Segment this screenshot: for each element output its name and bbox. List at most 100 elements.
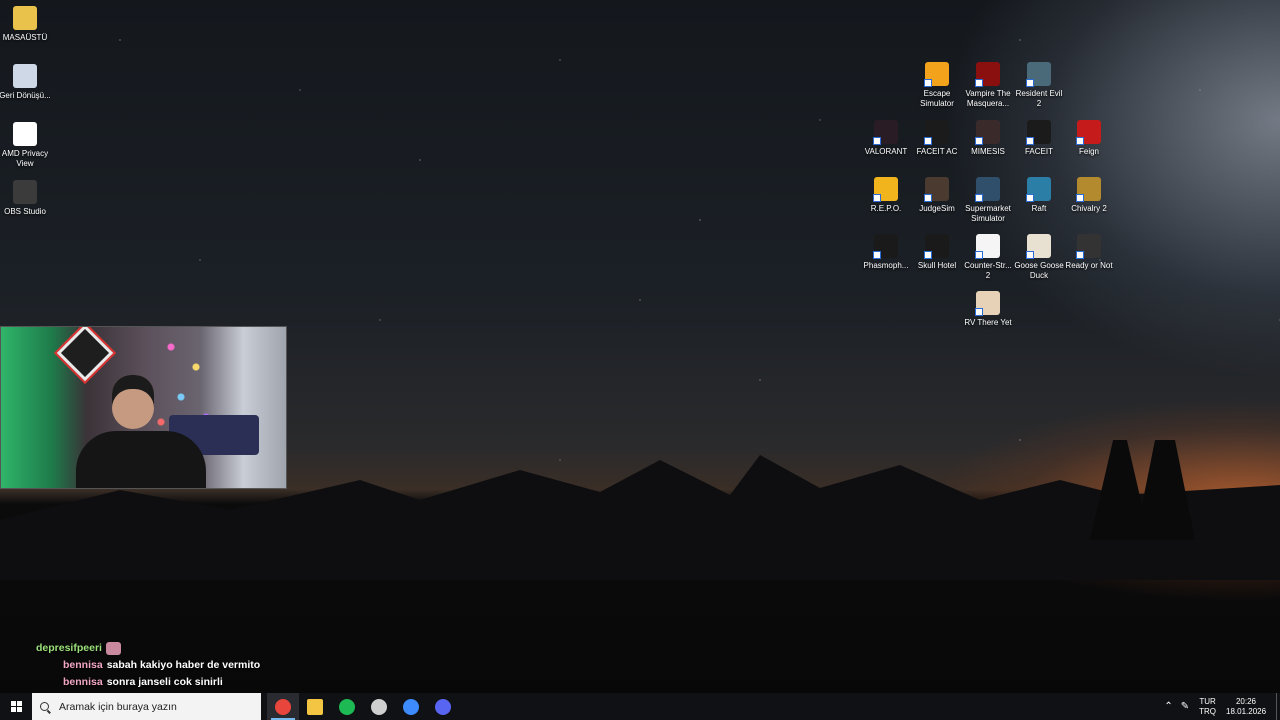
- desktop-icon-label: Chivalry 2: [1071, 204, 1107, 213]
- obs-icon: [371, 698, 387, 715]
- file-explorer-icon: [307, 698, 323, 715]
- show-desktop-button[interactable]: [1276, 693, 1280, 720]
- desktop-icon-label: Feign: [1078, 147, 1099, 156]
- discord-icon: [435, 698, 451, 715]
- desktop-icon-re2[interactable]: Resident Evil 2: [1013, 62, 1065, 109]
- folder-icon: [13, 6, 37, 30]
- desktop-icon-label: Vampire The Masquera...: [965, 89, 1011, 108]
- desktop-icon-feign[interactable]: Feign: [1063, 120, 1115, 157]
- webcam-overlay: [0, 326, 287, 489]
- desktop-icon-label: JudgeSim: [919, 204, 955, 213]
- chivalry-icon: [1076, 177, 1101, 202]
- re2-icon: [1026, 62, 1051, 87]
- desktop-icon-label: Phasmoph...: [863, 261, 909, 270]
- desktop-icon-faceit[interactable]: FACEIT: [1013, 120, 1065, 157]
- desktop-icon-folder[interactable]: MASAÜSTÜ: [0, 6, 51, 43]
- taskbar-discord-button[interactable]: [427, 693, 459, 720]
- clock[interactable]: 20:26 18.01.2026: [1226, 697, 1266, 717]
- taskbar-spotify-button[interactable]: [331, 693, 363, 720]
- chat-username: bennisa: [63, 676, 103, 688]
- desktop-icon-label: VALORANT: [864, 147, 908, 156]
- desktop-icon-obs[interactable]: OBS Studio: [0, 180, 51, 217]
- desktop-icon-label: Ready or Not: [1065, 261, 1113, 270]
- emote-icon: [105, 641, 121, 655]
- desktop-icon-keyhole[interactable]: Escape Simulator: [911, 62, 963, 109]
- desktop-icon-label: AMD Privacy View: [1, 149, 49, 168]
- faceit-ac-icon: [924, 120, 949, 145]
- desktop-icon-cs2[interactable]: Counter-Str... 2: [962, 234, 1014, 281]
- desktop-icon-raft[interactable]: Raft: [1013, 177, 1065, 214]
- search-placeholder: Aramak için buraya yazın: [59, 700, 177, 713]
- desktop-icon-eye[interactable]: AMD Privacy View: [0, 122, 51, 169]
- skull-icon: [924, 234, 949, 259]
- taskbar: Aramak için buraya yazın ⌃ ✎ TUR TRQ 20:…: [0, 693, 1280, 720]
- taskbar-obs-button[interactable]: [363, 693, 395, 720]
- desktop-icon-label: FACEIT AC: [916, 147, 958, 156]
- obs-icon: [13, 180, 37, 204]
- desktop-icon-faceit-ac[interactable]: FACEIT AC: [911, 120, 963, 157]
- taskbar-file-explorer-button[interactable]: [299, 693, 331, 720]
- search-icon: [40, 702, 49, 711]
- desktop-icon-chivalry[interactable]: Chivalry 2: [1063, 177, 1115, 214]
- supermarket-icon: [975, 177, 1000, 202]
- eye-icon: [13, 122, 37, 146]
- chat-message: bennisa sabah kakiyo haber de vermito: [36, 657, 260, 674]
- desktop-icon-label: Supermarket Simulator: [965, 204, 1011, 223]
- desktop-icon-recycle-bin[interactable]: Geri Dönüşü...: [0, 64, 51, 101]
- judgesim-icon: [924, 177, 949, 202]
- desktop-icon-label: MASAÜSTÜ: [2, 33, 48, 42]
- chat-overlay: depresifpeeri bennisa sabah kakiyo haber …: [36, 640, 260, 691]
- desktop-icon-phasmophobia[interactable]: Phasmoph...: [860, 234, 912, 271]
- desktop-icon-goose[interactable]: Goose Goose Duck: [1013, 234, 1065, 281]
- chrome-icon: [275, 698, 291, 715]
- desktop-icon-judgesim[interactable]: JudgeSim: [911, 177, 963, 214]
- search-box[interactable]: Aramak için buraya yazın: [32, 693, 261, 720]
- desktop-icon-label: R.E.P.O.: [870, 204, 902, 213]
- cs2-icon: [975, 234, 1000, 259]
- desktop-icon-label: RV There Yet: [964, 318, 1012, 327]
- desktop-icon-bloodhunt[interactable]: Vampire The Masquera...: [962, 62, 1014, 109]
- taskbar-app-button[interactable]: [395, 693, 427, 720]
- desktop-icon-label: Counter-Str... 2: [964, 261, 1012, 280]
- desktop-icon-skull[interactable]: Skull Hotel: [911, 234, 963, 271]
- desktop-icon-readyornot[interactable]: Ready or Not: [1063, 234, 1115, 271]
- bloodhunt-icon: [975, 62, 1000, 87]
- desktop-icon-label: OBS Studio: [4, 207, 46, 216]
- faceit-icon: [1026, 120, 1051, 145]
- desktop-icon-label: MIMESIS: [971, 147, 1005, 156]
- desktop-icon-label: Resident Evil 2: [1015, 89, 1063, 108]
- desktop-icon-rv[interactable]: RV There Yet: [962, 291, 1014, 328]
- chat-username: depresifpeeri: [36, 642, 102, 654]
- goose-icon: [1026, 234, 1051, 259]
- system-tray: ⌃ ✎ TUR TRQ 20:26 18.01.2026: [1164, 693, 1280, 720]
- desktop-icon-mimesis[interactable]: MIMESIS: [962, 120, 1014, 157]
- spotify-icon: [339, 698, 355, 715]
- taskbar-chrome-button[interactable]: [267, 693, 299, 720]
- language-indicator[interactable]: TUR TRQ: [1199, 697, 1216, 717]
- pen-icon[interactable]: ✎: [1181, 701, 1189, 712]
- desktop-icon-supermarket[interactable]: Supermarket Simulator: [962, 177, 1014, 224]
- desktop-icon-label: Escape Simulator: [920, 89, 954, 108]
- streamer: [76, 375, 206, 488]
- desktop-icon-label: Raft: [1031, 204, 1047, 213]
- desktop-icon-label: Skull Hotel: [917, 261, 957, 270]
- desktop-icon-repo[interactable]: R.E.P.O.: [860, 177, 912, 214]
- mimesis-icon: [975, 120, 1000, 145]
- windows-icon: [10, 701, 22, 712]
- feign-icon: [1076, 120, 1101, 145]
- desktop-icon-label: Goose Goose Duck: [1014, 261, 1064, 280]
- recycle-bin-icon: [13, 64, 37, 88]
- desktop-icon-valorant[interactable]: VALORANT: [860, 120, 912, 157]
- show-hidden-icons-button[interactable]: ⌃: [1164, 701, 1172, 712]
- chat-message: bennisa sonra janseli cok sinirli: [36, 674, 260, 691]
- chat-text: sonra janseli cok sinirli: [106, 676, 223, 688]
- start-button[interactable]: [0, 693, 32, 720]
- raft-icon: [1026, 177, 1051, 202]
- date: 18.01.2026: [1226, 706, 1267, 716]
- chat-message: depresifpeeri: [36, 640, 260, 657]
- app-icon: [403, 698, 419, 715]
- chat-username: bennisa: [63, 659, 103, 671]
- keyhole-icon: [924, 62, 949, 87]
- rv-icon: [975, 291, 1000, 316]
- chat-text: sabah kakiyo haber de vermito: [106, 659, 261, 671]
